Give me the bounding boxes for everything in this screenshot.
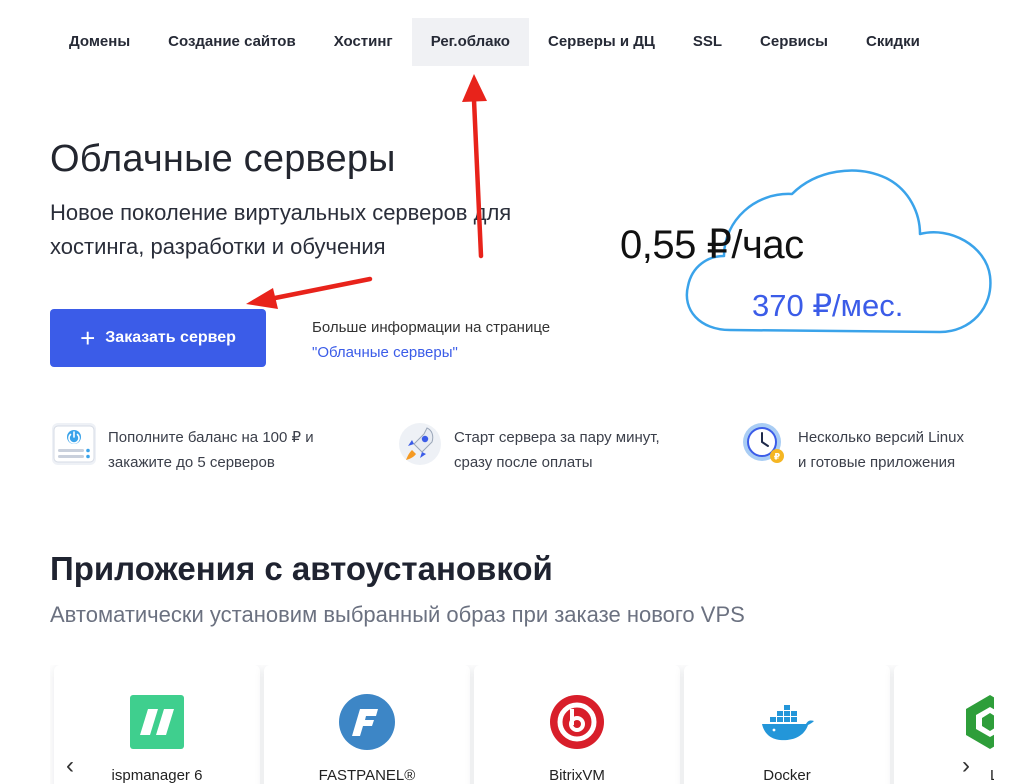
more-info: Больше информации на странице "Облачные …: [312, 315, 550, 365]
carousel-next-button[interactable]: ›: [962, 752, 970, 780]
apps-carousel: ispmanager 6 FASTPANEL® BitrixVM Docker: [50, 665, 994, 784]
nav-item-servers-dc[interactable]: Серверы и ДЦ: [529, 18, 674, 66]
app-card-fastpanel[interactable]: FASTPANEL®: [264, 665, 470, 784]
app-card-docker[interactable]: Docker: [684, 665, 890, 784]
top-nav: Домены Создание сайтов Хостинг Рег.облак…: [50, 18, 939, 66]
feature-linux: ₽ Несколько версий Linux и готовые прило…: [740, 420, 964, 475]
page-title: Облачные серверы: [50, 138, 396, 180]
nav-item-reg-cloud[interactable]: Рег.облако: [411, 18, 529, 66]
app-card-ispmanager[interactable]: ispmanager 6: [54, 665, 260, 784]
more-info-text: Больше информации на странице: [312, 319, 551, 336]
bitrix-logo: [550, 695, 604, 749]
nav-item-hosting[interactable]: Хостинг: [315, 18, 412, 66]
app-card-lemp[interactable]: LE: [894, 665, 994, 784]
feature-balance: Пополните баланс на 100 ₽ и закажите до …: [50, 420, 314, 475]
feature-balance-line1: Пополните баланс на 100 ₽ и: [108, 429, 314, 446]
feature-linux-line2: и готовые приложения: [798, 454, 956, 471]
nav-item-discounts[interactable]: Скидки: [847, 18, 939, 66]
nav-item-services[interactable]: Сервисы: [741, 18, 847, 66]
rocket-icon: [399, 423, 441, 465]
carousel-prev-button[interactable]: ‹: [66, 752, 74, 780]
svg-text:₽: ₽: [774, 453, 780, 463]
feature-balance-line2: закажите до 5 серверов: [108, 454, 275, 471]
apps-section-title: Приложения с автоустановкой: [50, 550, 553, 587]
app-name: Docker: [763, 767, 811, 784]
price-per-month: 370 ₽/мес.: [752, 288, 904, 323]
plus-icon: +: [80, 323, 96, 353]
nav-item-ssl[interactable]: SSL: [674, 18, 741, 66]
feature-fast-start-line2: сразу после оплаты: [454, 454, 593, 471]
ispmanager-logo: [130, 695, 184, 749]
cloud-servers-link[interactable]: "Облачные серверы": [312, 340, 550, 365]
nav-item-domains[interactable]: Домены: [50, 18, 149, 66]
page-subtitle: Новое поколение виртуальных серверов для…: [50, 200, 512, 259]
feature-linux-line1: Несколько версий Linux: [798, 429, 964, 446]
feature-fast-start: Старт сервера за пару минут, сразу после…: [396, 420, 660, 475]
nav-item-site-builder[interactable]: Создание сайтов: [149, 18, 315, 66]
fastpanel-logo: [339, 694, 395, 750]
server-power-icon: [52, 423, 96, 465]
apps-section-subtitle: Автоматически установим выбранный образ …: [50, 602, 745, 627]
lemp-logo: [966, 695, 994, 749]
clock-icon: ₽: [743, 423, 784, 463]
app-name: LE: [990, 767, 994, 784]
app-card-bitrix[interactable]: BitrixVM: [474, 665, 680, 784]
app-name: ispmanager 6: [111, 767, 203, 784]
price-per-hour: 0,55 ₽/час: [620, 223, 804, 267]
feature-fast-start-line1: Старт сервера за пару минут,: [454, 429, 660, 446]
order-server-label: Заказать сервер: [105, 329, 236, 346]
arrow-left-icon: [246, 276, 373, 309]
docker-logo: [762, 705, 814, 741]
app-name: FASTPANEL®: [318, 767, 416, 784]
app-name: BitrixVM: [549, 767, 605, 784]
order-server-button[interactable]: + Заказать сервер: [50, 309, 266, 367]
